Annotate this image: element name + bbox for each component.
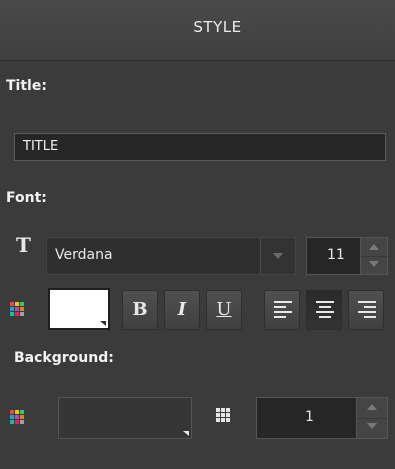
align-center-button[interactable] xyxy=(306,290,342,330)
dropdown-corner-icon xyxy=(183,431,189,436)
title-label: Title: xyxy=(6,78,47,94)
align-center-icon xyxy=(316,301,334,319)
align-right-button[interactable] xyxy=(348,290,384,330)
increment-arrow-icon[interactable] xyxy=(361,238,387,257)
font-family-value: Verdana xyxy=(55,247,113,263)
decrement-arrow-icon[interactable] xyxy=(357,418,387,438)
increment-arrow-icon[interactable] xyxy=(357,398,387,419)
opacity-spinner xyxy=(356,398,387,438)
font-family-select[interactable]: Verdana xyxy=(46,237,296,275)
color-palette-icon xyxy=(10,302,24,316)
text-t-icon: T xyxy=(16,233,31,257)
background-opacity-stepper[interactable]: 1 xyxy=(256,397,388,439)
font-size-value: 11 xyxy=(327,247,345,263)
style-panel: STYLE Title: TITLE Font: T Verdana 11 B … xyxy=(0,0,395,469)
font-label: Font: xyxy=(6,190,47,206)
align-left-button[interactable] xyxy=(264,290,300,330)
background-label: Background: xyxy=(14,350,114,366)
align-left-icon xyxy=(274,301,292,319)
opacity-grid-icon xyxy=(216,408,230,422)
italic-button[interactable]: I xyxy=(164,290,200,330)
font-size-spinner xyxy=(360,238,387,274)
title-input[interactable]: TITLE xyxy=(14,133,386,161)
dropdown-corner-icon xyxy=(100,321,106,326)
decrement-arrow-icon[interactable] xyxy=(361,256,387,274)
panel-title: STYLE xyxy=(193,18,242,36)
align-right-icon xyxy=(358,301,376,319)
color-palette-icon xyxy=(10,410,24,424)
font-size-stepper[interactable]: 11 xyxy=(306,237,388,275)
underline-button[interactable]: U xyxy=(206,290,242,330)
background-opacity-value: 1 xyxy=(305,409,314,425)
panel-header: STYLE xyxy=(0,0,395,61)
background-color-swatch[interactable] xyxy=(58,397,192,439)
chevron-down-icon[interactable] xyxy=(260,238,295,274)
text-color-swatch[interactable] xyxy=(48,288,110,330)
bold-button[interactable]: B xyxy=(122,290,158,330)
